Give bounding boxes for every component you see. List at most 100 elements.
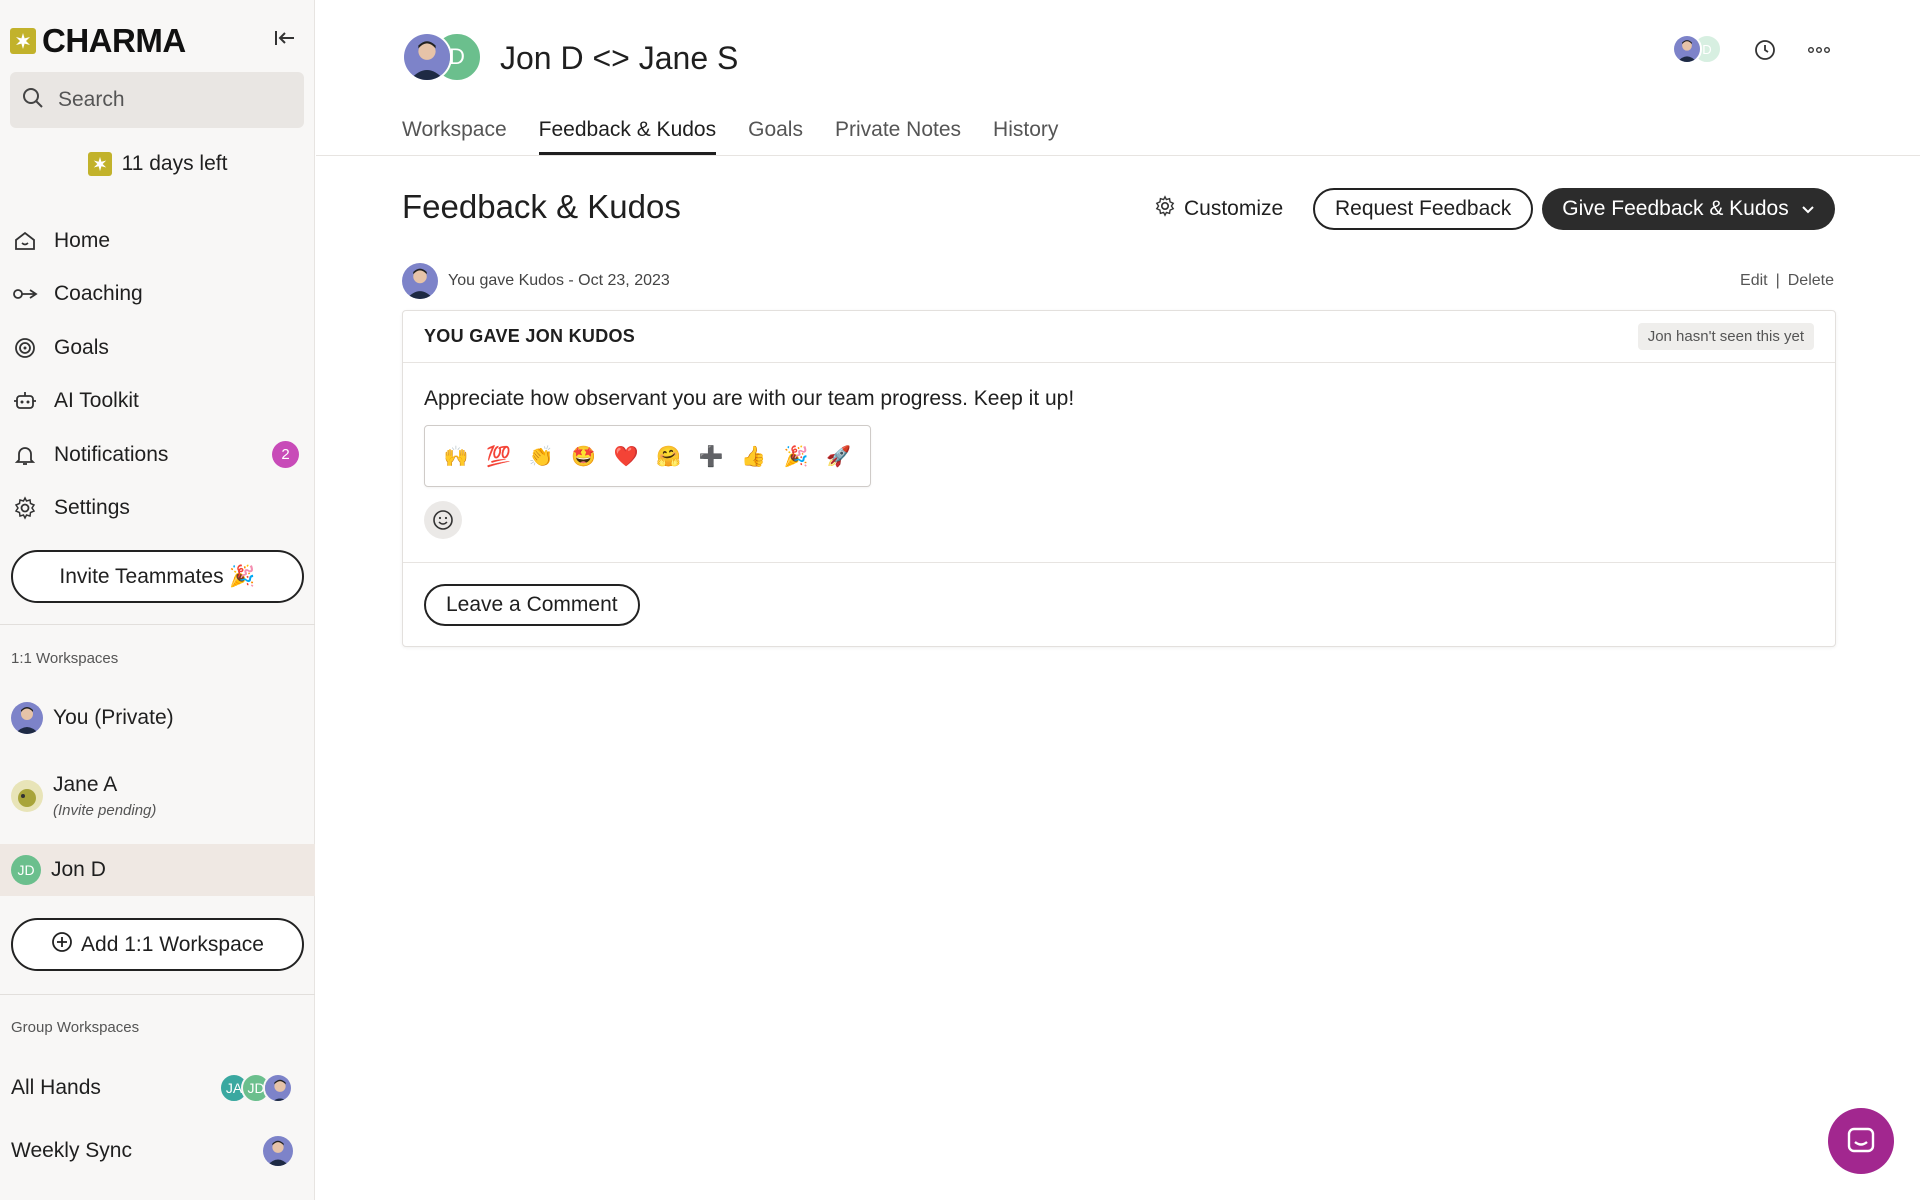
seen-status-badge: Jon hasn't seen this yet (1637, 323, 1814, 350)
reaction-party[interactable]: 🎉 (780, 444, 812, 469)
user-avatar (11, 702, 43, 734)
user-avatar: JD (11, 855, 41, 885)
reaction-rocket[interactable]: 🚀 (823, 444, 855, 469)
group-item-all-hands[interactable]: All Hands JA JD (0, 1063, 315, 1113)
add-reaction-icon[interactable] (424, 501, 462, 539)
sidebar-divider (0, 994, 315, 995)
customize-label: Customize (1184, 197, 1284, 220)
group-label: Weekly Sync (11, 1139, 132, 1162)
user-avatar (263, 1136, 293, 1166)
group-section-label: Group Workspaces (11, 1019, 140, 1036)
notification-count-badge: 2 (272, 441, 299, 468)
workspace-label: Jane A (53, 773, 118, 796)
reaction-thumbs-up[interactable]: 👍 (738, 444, 770, 469)
gear-icon (12, 495, 38, 521)
chevron-down-icon (1801, 197, 1815, 221)
reaction-hug[interactable]: 🤗 (653, 444, 685, 469)
user-avatar (1672, 34, 1702, 64)
kudos-card-footer: Leave a Comment (403, 563, 1835, 647)
tab-workspace[interactable]: Workspace (402, 118, 507, 155)
trial-indicator[interactable]: 11 days left (0, 152, 315, 176)
kudos-card-title: YOU GAVE JON KUDOS (424, 326, 636, 346)
workspace-item-jane-a[interactable]: Jane A (Invite pending) (0, 764, 315, 828)
group-label: All Hands (11, 1076, 101, 1099)
home-icon (12, 228, 38, 254)
participants-avatars[interactable]: D (1672, 34, 1726, 66)
workspace-item-you-private[interactable]: You (Private) (0, 694, 315, 742)
main-nav: Home Coaching Goals AI Toolkit Notificat… (0, 214, 315, 535)
reaction-heart[interactable]: ❤️ (610, 444, 642, 469)
gear-icon (1154, 195, 1176, 223)
collapse-sidebar-icon[interactable] (268, 24, 302, 52)
search-icon (22, 87, 44, 114)
trial-text: 11 days left (121, 152, 228, 175)
one-on-one-section-label: 1:1 Workspaces (11, 650, 119, 667)
nav-item-label: AI Toolkit (54, 389, 139, 413)
search-input[interactable] (58, 88, 278, 112)
workspace-label: You (Private) (53, 706, 174, 729)
workspace-header: D Jon D <> Jane S (402, 32, 738, 84)
sidebar: CHARMA 11 days left Home Coaching (0, 0, 315, 1200)
chat-support-icon[interactable] (1828, 1108, 1894, 1174)
nav-item-ai-toolkit[interactable]: AI Toolkit (0, 375, 315, 429)
reaction-star-struck[interactable]: 🤩 (568, 444, 600, 469)
history-clock-icon[interactable] (1750, 35, 1780, 65)
user-avatar (263, 1073, 293, 1103)
tab-goals[interactable]: Goals (748, 118, 803, 155)
reaction-clap[interactable]: 👏 (525, 444, 557, 469)
robot-icon (12, 388, 38, 414)
bell-icon (12, 442, 38, 468)
sidebar-divider (0, 624, 315, 625)
nav-item-label: Notifications (54, 442, 169, 466)
add-workspace-button[interactable]: Add 1:1 Workspace (11, 918, 304, 971)
page-title: Feedback & Kudos (402, 188, 681, 225)
group-item-weekly-sync[interactable]: Weekly Sync (0, 1126, 315, 1176)
give-feedback-button[interactable]: Give Feedback & Kudos (1542, 188, 1835, 230)
brand-name: CHARMA (42, 22, 186, 59)
invite-pending-label: (Invite pending) (53, 802, 157, 819)
nav-item-goals[interactable]: Goals (0, 321, 315, 375)
workspace-title: Jon D <> Jane S (500, 39, 739, 76)
reaction-raised-hands[interactable]: 🙌 (440, 444, 472, 469)
main-content: D Jon D <> Jane S D Workspace Feedback &… (316, 0, 1920, 1200)
header-actions: D (1672, 34, 1834, 66)
nav-item-label: Home (54, 228, 111, 252)
kudos-meta-text: You gave Kudos - Oct 23, 2023 (448, 272, 670, 289)
separator: | (1775, 272, 1780, 289)
give-feedback-label: Give Feedback & Kudos (1562, 197, 1789, 220)
tab-private-notes[interactable]: Private Notes (835, 118, 961, 155)
nav-item-label: Goals (54, 335, 109, 359)
delete-link[interactable]: Delete (1788, 272, 1834, 290)
kudos-card-body: Appreciate how observant you are with ou… (403, 363, 1835, 563)
brand-logo[interactable]: CHARMA (10, 22, 186, 60)
leave-comment-button[interactable]: Leave a Comment (424, 584, 640, 626)
nav-item-coaching[interactable]: Coaching (0, 268, 315, 322)
customize-button[interactable]: Customize (1154, 195, 1283, 223)
member-avatars: JA JD (219, 1073, 293, 1103)
nav-item-label: Coaching (54, 282, 143, 306)
kudos-entry-actions: Edit | Delete (1740, 272, 1834, 290)
charma-star-icon (87, 152, 112, 176)
workspace-item-jon-d[interactable]: JD Jon D (0, 844, 315, 896)
invite-teammates-button[interactable]: Invite Teammates 🎉 (11, 550, 304, 603)
search-box[interactable] (10, 72, 304, 128)
reaction-picker: 🙌 💯 👏 🤩 ❤️ 🤗 ➕ 👍 🎉 🚀 (424, 425, 871, 487)
reaction-hundred[interactable]: 💯 (483, 444, 515, 469)
tab-feedback-kudos[interactable]: Feedback & Kudos (538, 118, 717, 155)
nav-item-notifications[interactable]: Notifications 2 (0, 428, 315, 482)
nav-item-home[interactable]: Home (0, 214, 315, 268)
reaction-plus[interactable]: ➕ (695, 444, 727, 469)
tabs-divider (316, 155, 1920, 156)
nav-item-label: Settings (54, 496, 130, 520)
kudos-message: Appreciate how observant you are with ou… (424, 387, 1075, 410)
workspace-text: Jane A (Invite pending) (53, 773, 156, 819)
nav-item-settings[interactable]: Settings (0, 482, 315, 536)
kudos-card-header: YOU GAVE JON KUDOS Jon hasn't seen this … (403, 311, 1835, 363)
plus-circle-icon (51, 931, 73, 959)
kudos-card: YOU GAVE JON KUDOS Jon hasn't seen this … (402, 310, 1836, 647)
target-icon (12, 335, 38, 361)
edit-link[interactable]: Edit (1740, 272, 1768, 290)
request-feedback-button[interactable]: Request Feedback (1313, 188, 1534, 230)
tab-history[interactable]: History (993, 118, 1058, 155)
more-options-icon[interactable] (1804, 35, 1834, 65)
